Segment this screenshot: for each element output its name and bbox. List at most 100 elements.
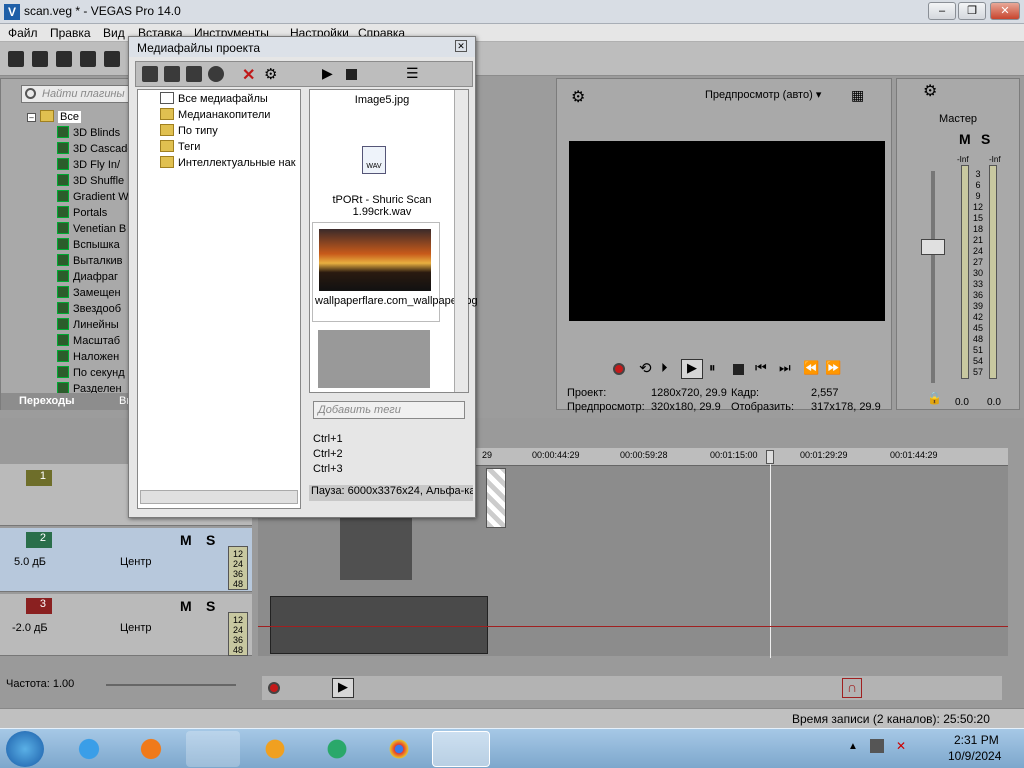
gear-icon[interactable]: ⚙	[571, 87, 585, 107]
tree-item[interactable]: 3D Cascade	[57, 141, 134, 157]
grid-icon[interactable]: ▦	[851, 87, 864, 104]
master-mute[interactable]: M	[959, 131, 971, 147]
chrome-icon[interactable]	[372, 731, 426, 767]
tree-item[interactable]: Звездооб	[57, 301, 121, 317]
media-player-icon[interactable]	[248, 731, 302, 767]
menu-file[interactable]: Файл	[8, 26, 38, 40]
menu-edit[interactable]: Правка	[50, 26, 91, 40]
transition-icon	[57, 142, 69, 154]
chat-app-icon[interactable]	[310, 731, 364, 767]
tree-item[interactable]: Gradient W	[57, 189, 129, 205]
volume-muted-icon[interactable]: ✕	[896, 739, 906, 753]
tree-item[interactable]: Наложен	[57, 349, 119, 365]
track-3-solo[interactable]: S	[206, 598, 215, 614]
tree-item[interactable]: Venetian B	[57, 221, 126, 237]
tree-item[interactable]: Замещен	[57, 285, 121, 301]
tree-all-media[interactable]: Все медиафайлы	[160, 92, 268, 105]
tree-item[interactable]: Вспышка	[57, 237, 120, 253]
tray-time[interactable]: 2:31 PM	[954, 733, 999, 747]
stop-icon[interactable]	[733, 364, 744, 375]
tree-item[interactable]: Диафраг	[57, 269, 118, 285]
tree-item[interactable]: 3D Fly In/	[57, 157, 120, 173]
file-list-vscroll[interactable]	[454, 90, 468, 392]
vegas-taskbar-icon[interactable]	[432, 731, 490, 767]
minimize-button[interactable]: –	[928, 2, 956, 20]
next-frame-icon[interactable]: ⏩	[825, 360, 841, 376]
tree-item[interactable]: Portals	[57, 205, 107, 221]
play-from-start-icon[interactable]: ⏵	[661, 360, 668, 376]
playhead-marker[interactable]	[766, 450, 774, 464]
menu-view[interactable]: Вид	[103, 26, 125, 40]
tree-media-bins[interactable]: Медианакопители	[160, 108, 270, 121]
tree-item[interactable]: 3D Blinds	[57, 125, 120, 141]
master-lock-icon[interactable]: 🔒	[927, 391, 942, 405]
tray-date[interactable]: 10/9/2024	[948, 749, 1001, 763]
plugin-search-field[interactable]: Найти плагины	[21, 85, 139, 103]
dialog-status: Пауза: 6000x3376x24, Альфа-ка	[309, 485, 473, 501]
tree-item[interactable]: Разделен	[57, 381, 122, 393]
firefox-icon[interactable]	[124, 731, 178, 767]
master-fader[interactable]	[921, 239, 945, 255]
file-wallpaper[interactable]: wallpaperflare.com_wallpaper.jpg	[312, 222, 478, 322]
track-2-solo[interactable]: S	[206, 532, 215, 548]
go-to-end-icon[interactable]: ⏭	[779, 360, 791, 376]
file-image5[interactable]: Image5.jpg	[310, 94, 454, 106]
dialog-close-icon[interactable]: ✕	[455, 40, 467, 52]
capture-icon[interactable]	[164, 66, 180, 82]
render-icon[interactable]	[104, 51, 120, 67]
pause-icon[interactable]: ⏸	[709, 360, 716, 376]
bottom-record-icon[interactable]	[268, 682, 280, 694]
extract-audio-icon[interactable]	[186, 66, 202, 82]
play-icon[interactable]: ▶	[681, 359, 703, 379]
close-button[interactable]: ✕	[990, 2, 1020, 20]
rate-slider[interactable]	[106, 684, 236, 686]
tree-root[interactable]: – Все	[27, 109, 81, 125]
media-stop-icon[interactable]	[346, 69, 357, 80]
tree-tags[interactable]: Теги	[160, 140, 200, 153]
tree-item[interactable]: По секунд	[57, 365, 125, 381]
new-project-icon[interactable]	[8, 51, 24, 67]
views-icon[interactable]: ☰	[406, 65, 419, 82]
tree-smart-bins[interactable]: Интеллектуальные нак	[160, 156, 300, 169]
magnet-icon[interactable]: ∩	[842, 678, 862, 698]
web-icon[interactable]	[208, 66, 224, 82]
tree-item-label: Gradient W	[73, 191, 129, 203]
maximize-button[interactable]: ❐	[958, 2, 986, 20]
record-icon[interactable]	[613, 363, 625, 375]
save-icon[interactable]	[56, 51, 72, 67]
tree-item[interactable]: Выталкив	[57, 253, 123, 269]
tree-hscroll[interactable]	[140, 490, 298, 504]
tree-item[interactable]: Линейны	[57, 317, 119, 333]
master-gear-icon[interactable]: ⚙	[923, 81, 937, 101]
tree-item[interactable]: 3D Shuffle	[57, 173, 124, 189]
ie-icon[interactable]	[62, 731, 116, 767]
tab-transitions[interactable]: Переходы	[19, 395, 75, 407]
remove-icon[interactable]: ✕	[242, 65, 255, 85]
tag-input[interactable]: Добавить теги	[313, 401, 465, 419]
tree-item[interactable]: Масштаб	[57, 333, 120, 349]
tree-by-type[interactable]: По типу	[160, 124, 218, 137]
image-event[interactable]	[486, 468, 506, 528]
file-wav[interactable]: tPORt - Shuric Scan 1.99crk.wav	[316, 194, 448, 218]
audio-event-2[interactable]	[340, 518, 412, 580]
network-icon[interactable]	[870, 739, 884, 753]
save-as-icon[interactable]	[80, 51, 96, 67]
previous-frame-icon[interactable]: ⏪	[803, 360, 819, 376]
track-2-mute[interactable]: M	[180, 532, 192, 548]
go-to-start-icon[interactable]: ⏮	[755, 360, 767, 376]
meter-scale-number: 42	[972, 312, 983, 322]
open-icon[interactable]	[32, 51, 48, 67]
audio-event[interactable]	[270, 596, 488, 654]
master-solo[interactable]: S	[981, 131, 990, 147]
preview-mode-select[interactable]: Предпросмотр (авто) ▾	[705, 88, 821, 101]
loop-icon[interactable]: ⟲	[639, 359, 652, 377]
tray-expand-icon[interactable]: ▲	[848, 741, 858, 752]
properties-gear-icon[interactable]: ⚙	[264, 65, 277, 83]
explorer-icon[interactable]	[186, 731, 240, 767]
bottom-play-icon[interactable]: ▶	[332, 678, 354, 698]
import-media-icon[interactable]	[142, 66, 158, 82]
start-button[interactable]	[6, 731, 44, 767]
media-play-icon[interactable]: ▶	[322, 65, 333, 82]
transition-icon	[57, 254, 69, 266]
track-3-mute[interactable]: M	[180, 598, 192, 614]
